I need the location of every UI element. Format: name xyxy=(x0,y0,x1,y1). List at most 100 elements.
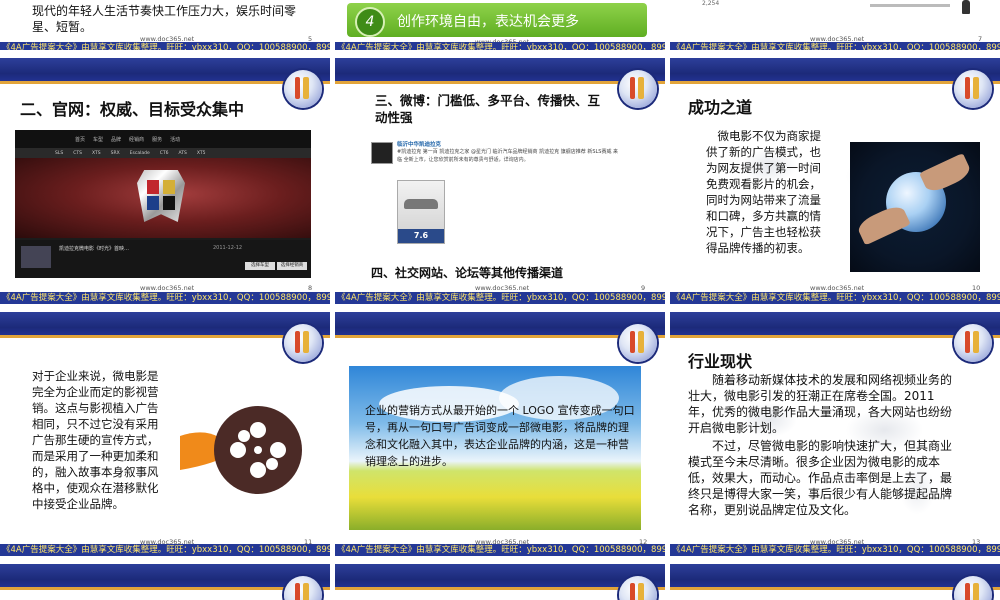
footer-bar: 《4A广告提案大全》由慧享文库收集整理。旺旺：ybxx310，QQ：100588… xyxy=(335,544,665,556)
footer-text: 《4A广告提案大全》由慧享文库收集整理。旺旺：ybxx310，QQ：100588… xyxy=(672,43,1000,50)
logo-icon xyxy=(619,70,657,108)
model-item[interactable]: CTS xyxy=(73,151,82,156)
header-band xyxy=(0,58,330,84)
left-hand xyxy=(855,202,911,246)
footer-text: 《4A广告提案大全》由慧享文库收集整理。旺旺：ybxx310，QQ：100588… xyxy=(337,293,665,303)
footer-bar: 《4A广告提案大全》由慧享文库收集整理。旺旺：ybxx310，QQ：100588… xyxy=(670,544,1000,556)
header-band xyxy=(0,564,330,590)
footer-url: www.doc365.net xyxy=(810,284,865,292)
model-item[interactable]: SRX xyxy=(111,151,120,156)
header-band xyxy=(0,312,330,338)
weibo-post: 临沂中华凯迪拉克 #凯迪拉克 第一百 凯迪拉克之家 @星光门 临沂汽车品牌经销商… xyxy=(371,138,621,248)
header-band xyxy=(670,58,1000,84)
model-item[interactable]: XT5 xyxy=(197,151,206,156)
page-number: 8 xyxy=(308,284,313,292)
footer-text: 《4A广告提案大全》由慧享文库收集整理。旺旺：ybxx310，QQ：100588… xyxy=(2,545,330,555)
thumbnail xyxy=(21,246,51,268)
car-ad-image: 7.6 xyxy=(397,180,445,244)
footer-url: www.doc365.net xyxy=(475,284,530,292)
slide-10[interactable]: 成功之道 微电影不仅为商家提供了新的广告模式，也为网友提供了第一时间免费观看影片… xyxy=(670,58,1000,304)
model-bar: SLS CTS XTS SRX Escalade CT6 ATS XT5 xyxy=(15,148,311,158)
green-banner: 4 创作环境自由，表达机会更多 xyxy=(347,3,647,37)
weibo-text: #凯迪拉克 第一百 凯迪拉克之家 @星光门 临沂汽车品牌经销商 凯迪拉克 旗舰店… xyxy=(397,149,619,163)
footer-bar: 《4A广告提案大全》由慧享文库收集整理。旺旺：ybxx310，QQ：100588… xyxy=(0,42,330,50)
nav-item[interactable]: 品牌 xyxy=(111,136,121,143)
avatar xyxy=(371,142,393,164)
news-date: 2011-12-12 xyxy=(213,245,243,251)
model-item[interactable]: ATS xyxy=(179,151,187,156)
footer-bar: 《4A广告提案大全》由慧享文库收集整理。旺旺：ybxx310，QQ：100588… xyxy=(335,42,665,50)
model-item[interactable]: SLS xyxy=(55,151,63,156)
weibo-name[interactable]: 临沂中华凯迪拉克 xyxy=(397,140,441,148)
footer-text: 《4A广告提案大全》由慧享文库收集整理。旺旺：ybxx310，QQ：100588… xyxy=(337,545,665,555)
slide-11[interactable]: 对于企业来说，微电影是完全为企业而定的影视营销。这点与影视植入广告相同，只不过它… xyxy=(0,312,330,556)
slide-6[interactable]: 4 创作环境自由，表达机会更多 www.doc365.net 《4A广告提案大全… xyxy=(335,0,665,50)
footer-text: 《4A广告提案大全》由慧享文库收集整理。旺旺：ybxx310，QQ：100588… xyxy=(337,43,665,50)
header-band xyxy=(335,58,665,84)
price-tag: 7.6 xyxy=(398,229,444,243)
slide-text: 对于企业来说，微电影是完全为企业而定的影视营销。这点与影视植入广告相同，只不过它… xyxy=(32,369,159,511)
footer-text: 《4A广告提案大全》由慧享文库收集整理。旺旺：ybxx310，QQ：100588… xyxy=(672,293,1000,303)
hero-image xyxy=(15,158,311,238)
slide-16[interactable] xyxy=(670,564,1000,600)
logo-icon xyxy=(619,324,657,362)
slide-subheading: 四、社交网站、论坛等其他传播渠道 xyxy=(371,266,564,280)
model-item[interactable]: XTS xyxy=(92,151,101,156)
model-item[interactable]: Escalade xyxy=(130,151,150,156)
slide-5[interactable]: 现代的年轻人生活节奏快工作压力大，娱乐时间零星、短暂。 www.doc365.n… xyxy=(0,0,330,50)
logo-icon xyxy=(284,324,322,362)
model-item[interactable]: CT6 xyxy=(160,151,169,156)
slide-text: 现代的年轻人生活节奏快工作压力大，娱乐时间零星、短暂。 xyxy=(32,4,297,34)
slide-12[interactable]: 企业的营销方式从最开始的一个 LOGO 宣传变成一句口号，再从一句口号广告词变成… xyxy=(335,312,665,556)
slide-title: 行业现状 xyxy=(688,352,753,371)
footer-text: 《4A广告提案大全》由慧享文库收集整理。旺旺：ybxx310，QQ：100588… xyxy=(2,43,330,50)
footer-bar: 《4A广告提案大全》由慧享文库收集整理。旺旺：ybxx310，QQ：100588… xyxy=(670,292,1000,304)
nav-item[interactable]: 经销商 xyxy=(129,136,144,143)
header-band xyxy=(335,564,665,590)
small-count: 2,254 xyxy=(702,0,720,7)
figure-icon xyxy=(962,0,970,14)
nav-item[interactable]: 服务 xyxy=(152,136,162,143)
slide-text: 微电影不仅为商家提供了新的广告模式，也为网友提供了第一时间免费观看影片的机会，同… xyxy=(706,129,821,255)
header-band xyxy=(670,564,1000,590)
slide-14[interactable] xyxy=(0,564,330,600)
paragraph-1: 随着移动新媒体技术的发展和网络视频业务的壮大，微电影引发的狂潮正在席卷全国。20… xyxy=(688,373,953,435)
slide-9[interactable]: 三、微博：门槛低、多平台、传播快、互动性强 临沂中华凯迪拉克 #凯迪拉克 第一百… xyxy=(335,58,665,304)
slide-13[interactable]: 行业现状 随着移动新媒体技术的发展和网络视频业务的壮大，微电影引发的狂潮正在席卷… xyxy=(670,312,1000,556)
slide-heading: 三、微博：门槛低、多平台、传播快、互动性强 xyxy=(375,93,601,125)
gray-strip xyxy=(870,4,950,7)
slide-7[interactable]: 2,254 www.doc365.net 7 《4A广告提案大全》由慧享文库收集… xyxy=(670,0,1000,50)
news-row: 凯迪拉克微电影《时光》首映… 2011-12-12 选择车型 选择经销商 xyxy=(15,240,311,278)
site-nav: 首页 车型 品牌 经销商 服务 活动 xyxy=(15,130,311,148)
nav-item[interactable]: 活动 xyxy=(170,136,180,143)
website-screenshot: 首页 车型 品牌 经销商 服务 活动 SLS CTS XTS SRX Escal… xyxy=(15,130,311,278)
crest-emblem xyxy=(137,170,185,222)
nav-item[interactable]: 车型 xyxy=(93,136,103,143)
footer-text: 《4A广告提案大全》由慧享文库收集整理。旺旺：ybxx310，QQ：100588… xyxy=(2,293,330,303)
page-number: 9 xyxy=(641,284,646,292)
paragraph-2: 不过，尽管微电影的影响快速扩大，但其商业模式至今未尽清晰。很多企业因为微电影的成… xyxy=(688,439,953,517)
footer-text: 《4A广告提案大全》由慧享文库收集整理。旺旺：ybxx310，QQ：100588… xyxy=(672,545,1000,555)
number-badge: 4 xyxy=(355,7,385,37)
slide-title: 二、官网：权威、目标受众集中 xyxy=(20,100,245,119)
slide-text: 企业的营销方式从最开始的一个 LOGO 宣传变成一句口号，再从一句口号广告词变成… xyxy=(365,404,635,468)
banner-text: 创作环境自由，表达机会更多 xyxy=(397,14,579,30)
slide-8[interactable]: 二、官网：权威、目标受众集中 首页 车型 品牌 经销商 服务 活动 SLS CT… xyxy=(0,58,330,304)
page-number: 10 xyxy=(972,284,981,292)
slide-title: 成功之道 xyxy=(688,98,753,117)
footer-bar: 《4A广告提案大全》由慧享文库收集整理。旺旺：ybxx310，QQ：100588… xyxy=(335,292,665,304)
slide-15[interactable] xyxy=(335,564,665,600)
footer-bar: 《4A广告提案大全》由慧享文库收集整理。旺旺：ybxx310，QQ：100588… xyxy=(670,42,1000,50)
film-reel-icon xyxy=(176,400,316,500)
news-title[interactable]: 凯迪拉克微电影《时光》首映… xyxy=(59,245,129,252)
header-band xyxy=(670,312,1000,338)
globe-hands-image xyxy=(850,142,980,272)
footer-url: www.doc365.net xyxy=(140,284,195,292)
select-model-button[interactable]: 选择车型 xyxy=(245,262,275,270)
nav-item[interactable]: 首页 xyxy=(75,136,85,143)
header-band xyxy=(335,312,665,338)
footer-bar: 《4A广告提案大全》由慧享文库收集整理。旺旺：ybxx310，QQ：100588… xyxy=(0,544,330,556)
select-dealer-button[interactable]: 选择经销商 xyxy=(277,262,307,270)
logo-icon xyxy=(284,70,322,108)
footer-bar: 《4A广告提案大全》由慧享文库收集整理。旺旺：ybxx310，QQ：100588… xyxy=(0,292,330,304)
